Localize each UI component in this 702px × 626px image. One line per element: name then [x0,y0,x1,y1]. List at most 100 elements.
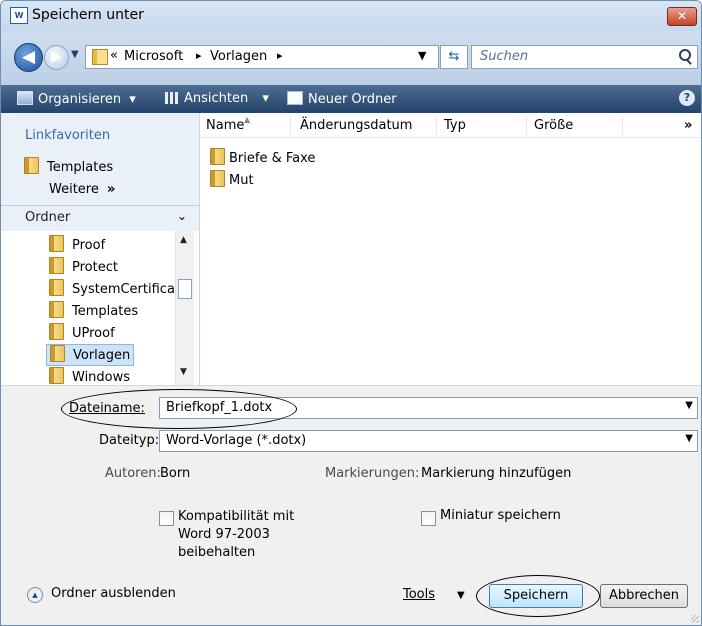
views-grid-icon [165,92,179,104]
new-folder-icon [287,91,303,105]
column-divider[interactable] [526,116,527,134]
compatibility-checkbox[interactable] [159,511,174,526]
column-header-label: Name [206,118,245,133]
address-dropdown-arrow[interactable]: ▼ [418,49,426,62]
chevron-down-icon[interactable]: ▼ [457,590,465,601]
close-button[interactable]: ✕ [667,7,697,26]
tree-item-proof[interactable]: Proof [49,235,105,255]
folder-icon [49,279,64,296]
tree-item-uproof[interactable]: UProof [49,323,115,343]
folder-icon [92,49,108,65]
navigation-pane: Linkfavoriten Templates Weitere » Ordner… [1,113,200,385]
address-separator-arrow[interactable]: ▸ [277,49,283,62]
tree-item-systemcertificates[interactable]: SystemCertificat [49,279,180,299]
filetype-select[interactable]: Word-Vorlage (*.dotx) ▼ [159,430,698,452]
list-item-label: Mut [229,173,254,188]
refresh-icon[interactable]: ⇆ [440,45,468,69]
folder-icon [49,323,64,340]
double-chevron-icon: » [107,182,116,197]
resize-grip[interactable] [691,615,699,623]
hide-folders-button[interactable]: Ordner ausblenden [51,586,176,601]
word-document-icon: W [10,7,28,24]
address-row: ◀ ▶ ▼ « Microsoft ▸ Vorlagen ▸ ▼ ⇆ Suche… [1,31,701,85]
column-header-name[interactable]: Name ▲ [206,115,250,133]
list-item-label: Briefe & Faxe [229,151,316,166]
folder-tree: Proof Protect SystemCertificat Templates… [1,231,199,385]
tree-item-label: UProof [72,326,115,341]
filetype-value: Word-Vorlage (*.dotx) [166,433,307,448]
folders-header[interactable]: Ordner ⌄ [1,205,199,231]
folder-icon [24,157,39,174]
address-overflow-chevron[interactable]: « [110,48,118,63]
tools-menu[interactable]: Tools [403,587,435,602]
compatibility-label-line: beibehalten [178,545,256,560]
chevron-down-icon[interactable]: ▼ [685,433,693,444]
tree-item-templates[interactable]: Templates [49,301,138,321]
tree-item-label: Vorlagen [73,348,131,363]
new-folder-button[interactable]: Neuer Ordner [287,91,397,107]
views-menu[interactable]: Ansichten ▾ [165,91,269,106]
command-toolbar: Organisieren ▾ Ansichten ▾ Neuer Ordner … [1,85,701,113]
more-columns-chevron[interactable]: » [684,118,692,133]
search-input[interactable]: Suchen [471,45,698,69]
folder-icon [50,345,65,362]
more-label: Weitere [49,182,99,197]
tree-item-label: Proof [72,238,106,253]
address-segment-vorlagen[interactable]: Vorlagen [210,49,267,64]
tree-scrollbar[interactable]: ▲ ▼ [175,231,194,385]
authors-value[interactable]: Born [160,466,190,481]
address-segment-microsoft[interactable]: Microsoft [124,49,183,64]
scroll-thumb[interactable] [178,279,192,299]
folder-icon [210,170,225,187]
annotation-ellipse [61,389,297,429]
tags-value[interactable]: Markierung hinzufügen [421,466,571,481]
column-divider[interactable] [436,116,437,134]
folder-icon [49,301,64,318]
list-item[interactable]: Mut [210,170,254,188]
compatibility-label-line: Word 97-2003 [178,527,270,542]
back-button[interactable]: ◀ [14,43,43,72]
pane-divider [1,385,701,386]
chevron-down-icon[interactable]: ⌄ [177,209,187,223]
address-separator-arrow[interactable]: ▸ [196,49,202,62]
recent-pages-dropdown[interactable]: ▼ [71,49,79,60]
address-bar[interactable]: « Microsoft ▸ Vorlagen ▸ ▼ [85,45,439,69]
thumbnail-checkbox[interactable] [421,511,436,526]
tree-item-windows[interactable]: Windows [49,367,130,387]
thumbnail-label: Miniatur speichern [440,508,561,523]
collapse-up-icon[interactable]: ▲ [27,587,43,603]
filetype-label: Dateityp: [99,433,160,448]
save-as-dialog: W Speichern unter ✕ ◀ ▶ ▼ « Microsoft ▸ … [0,0,702,626]
list-item[interactable]: Briefe & Faxe [210,148,315,166]
more-favorites-link[interactable]: Weitere » [49,182,115,197]
organize-menu[interactable]: Organisieren ▾ [17,91,136,107]
title-bar: W Speichern unter ✕ [1,1,701,31]
search-icon[interactable] [679,49,691,61]
search-placeholder: Suchen [480,49,529,64]
tree-item-vorlagen[interactable]: Vorlagen [46,344,135,366]
help-icon[interactable]: ? [679,90,695,106]
column-divider[interactable] [290,116,291,134]
forward-button[interactable]: ▶ [44,45,69,70]
organize-icon [17,91,33,105]
tags-label: Markierungen: [325,466,420,481]
favorite-label: Templates [47,160,114,175]
column-header-row: Name ▲ Änderungsdatum Typ Größe » [200,113,701,138]
views-label: Ansichten [184,91,249,106]
chevron-down-icon[interactable]: ▼ [685,400,693,411]
chevron-down-icon: ▾ [129,92,136,107]
column-header-type[interactable]: Typ [444,118,466,133]
column-header-date[interactable]: Änderungsdatum [300,118,412,133]
column-divider[interactable] [622,116,623,134]
scroll-down-arrow[interactable]: ▼ [180,367,187,377]
folder-icon [49,235,64,252]
tree-item-protect[interactable]: Protect [49,257,118,277]
tree-item-label: Templates [72,304,139,319]
organize-label: Organisieren [38,92,122,107]
column-header-size[interactable]: Größe [534,118,573,133]
favorite-templates[interactable]: Templates [24,157,113,175]
compatibility-label: Kompatibilität mit Word 97-2003 beibehal… [178,508,294,562]
compatibility-label-line: Kompatibilität mit [178,509,295,524]
cancel-button[interactable]: Abbrechen [600,584,688,608]
scroll-up-arrow[interactable]: ▲ [180,235,187,245]
